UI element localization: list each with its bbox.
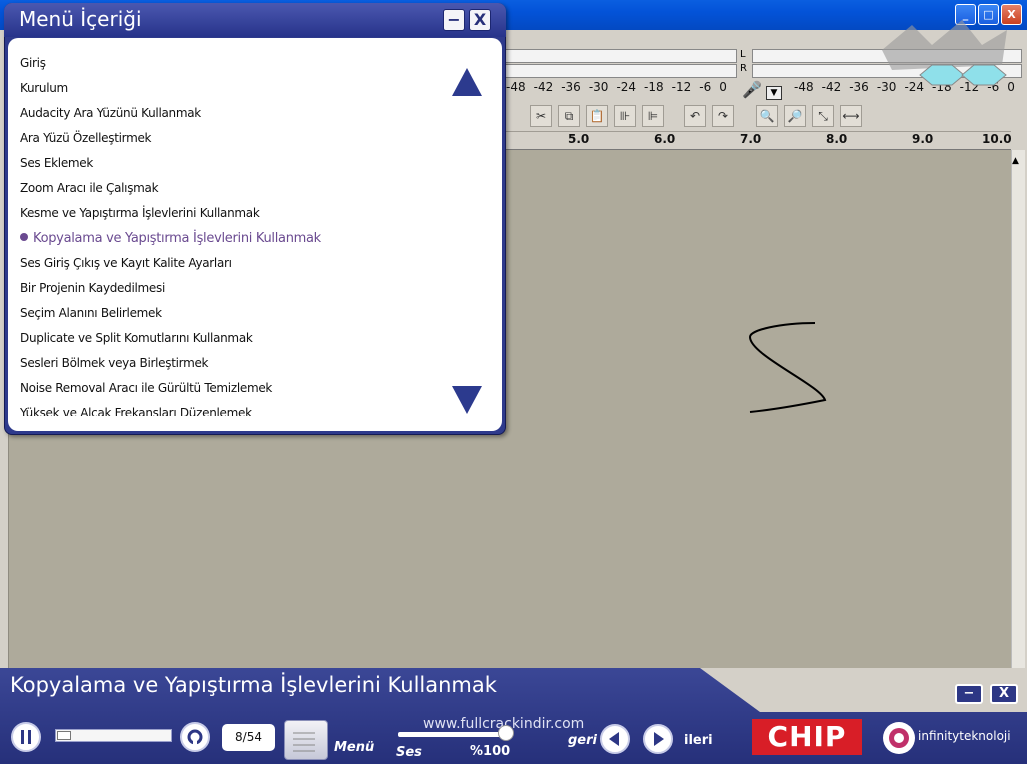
arrow-left-icon xyxy=(609,732,619,746)
undo-icon[interactable]: ↶ xyxy=(684,105,706,127)
paste-icon[interactable]: 📋 xyxy=(586,105,608,127)
page-indicator: 8/54 xyxy=(222,724,275,751)
replay-icon xyxy=(187,729,203,746)
playback-meter-scale: -48 -42 -36 -30 -24 -18 -12 -6 0 xyxy=(506,80,727,94)
current-lesson-title: Kopyalama ve Yapıştırma İşlevlerini Kull… xyxy=(10,673,497,697)
menu-item[interactable]: Ses Eklemek xyxy=(20,156,440,181)
player-close-button[interactable]: X xyxy=(990,684,1018,704)
back-label[interactable]: geri xyxy=(568,733,597,748)
menu-list-icon[interactable] xyxy=(284,720,328,760)
drawn-s-annotation xyxy=(748,322,827,413)
fit-selection-icon[interactable]: ⤡ xyxy=(812,105,834,127)
menu-item-active[interactable]: Kopyalama ve Yapıştırma İşlevlerini Kull… xyxy=(20,231,440,256)
menu-item[interactable]: Yüksek ve Alçak Frekansları Düzenlemek xyxy=(20,406,440,416)
menu-item[interactable]: Duplicate ve Split Komutlarını Kullanmak xyxy=(20,331,440,356)
menu-item[interactable]: Seçim Alanını Belirlemek xyxy=(20,306,440,331)
menu-button-label[interactable]: Menü xyxy=(334,740,374,755)
playback-meter-left xyxy=(505,49,737,63)
menu-panel-title: Menü İçeriği xyxy=(19,7,142,31)
next-button[interactable] xyxy=(643,724,673,754)
trim-audio-icon[interactable]: ⊪ xyxy=(614,105,636,127)
scroll-up-arrow-icon[interactable] xyxy=(452,68,482,96)
menu-item[interactable]: Giriş xyxy=(20,56,440,81)
pause-button[interactable] xyxy=(11,722,41,752)
menu-list: Giriş Kurulum Audacity Ara Yüzünü Kullan… xyxy=(20,56,440,416)
fit-project-icon[interactable]: ⟷ xyxy=(840,105,862,127)
meter-channel-r: R xyxy=(740,63,747,74)
volume-label: Ses xyxy=(396,745,422,760)
pause-icon xyxy=(21,730,31,744)
volume-percent: %100 xyxy=(470,744,511,759)
progress-bar[interactable] xyxy=(55,729,172,742)
silence-audio-icon[interactable]: ⊫ xyxy=(642,105,664,127)
list-icon xyxy=(293,732,315,752)
microphone-icon[interactable]: 🎤 xyxy=(742,80,762,99)
mascot-graphic xyxy=(882,20,1007,86)
menu-item[interactable]: Kesme ve Yapıştırma İşlevlerini Kullanma… xyxy=(20,206,440,231)
ruler-tick: 8.0 xyxy=(826,132,848,146)
menu-item[interactable]: Bir Projenin Kaydedilmesi xyxy=(20,281,440,306)
ruler-tick: 9.0 xyxy=(912,132,934,146)
menu-minimize-button[interactable]: − xyxy=(443,9,465,31)
menu-item[interactable]: Sesleri Bölmek veya Birleştirmek xyxy=(20,356,440,381)
sponsor-text: infinityteknoloji xyxy=(918,729,1011,743)
trim-icon[interactable]: ✂ xyxy=(530,105,552,127)
redo-icon[interactable]: ↷ xyxy=(712,105,734,127)
meter-channel-l: L xyxy=(740,49,746,60)
copy-icon[interactable]: ⧉ xyxy=(558,105,580,127)
ruler-tick: 10.0 xyxy=(982,132,1012,146)
back-button[interactable] xyxy=(600,724,630,754)
menu-item[interactable]: Zoom Aracı ile Çalışmak xyxy=(20,181,440,206)
vertical-scrollbar[interactable] xyxy=(1011,150,1025,668)
menu-close-button[interactable]: X xyxy=(469,9,491,31)
chevron-down-icon[interactable]: ▼ xyxy=(766,86,782,100)
ruler-tick: 5.0 xyxy=(568,132,590,146)
arrow-right-icon xyxy=(654,732,664,746)
replay-button[interactable] xyxy=(180,722,210,752)
playback-meter-right xyxy=(505,64,737,78)
scroll-up-icon[interactable]: ▲ xyxy=(1012,156,1019,166)
menu-item[interactable]: Ara Yüzü Özelleştirmek xyxy=(20,131,440,156)
scroll-down-arrow-icon[interactable] xyxy=(452,386,482,414)
zoom-in-icon[interactable]: 🔍 xyxy=(756,105,778,127)
menu-item[interactable]: Audacity Ara Yüzünü Kullanmak xyxy=(20,106,440,131)
menu-item[interactable]: Kurulum xyxy=(20,81,440,106)
player-minimize-button[interactable]: − xyxy=(955,684,983,704)
progress-thumb[interactable] xyxy=(57,731,71,740)
ruler-tick: 7.0 xyxy=(740,132,762,146)
menu-item[interactable]: Ses Giriş Çıkış ve Kayıt Kalite Ayarları xyxy=(20,256,440,281)
next-label[interactable]: ileri xyxy=(684,733,713,748)
zoom-out-icon[interactable]: 🔎 xyxy=(784,105,806,127)
volume-slider[interactable] xyxy=(398,732,508,737)
menu-item[interactable]: Noise Removal Aracı ile Gürültü Temizlem… xyxy=(20,381,440,406)
chip-logo: CHIP xyxy=(752,719,862,755)
ruler-tick: 6.0 xyxy=(654,132,676,146)
volume-slider-knob[interactable] xyxy=(498,725,514,741)
infinity-logo-icon xyxy=(883,722,915,754)
